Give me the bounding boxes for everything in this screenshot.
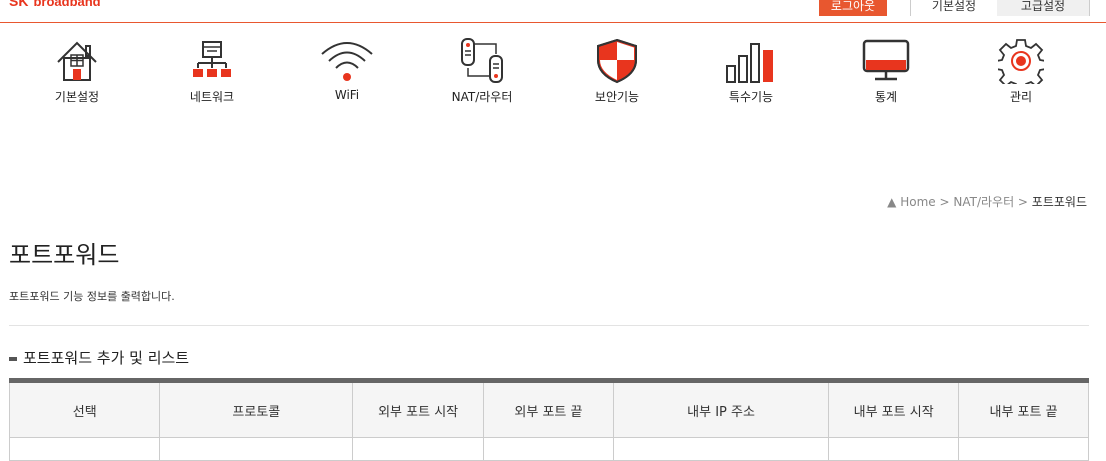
portforward-table: 선택 프로토콜 외부 포트 시작 외부 포트 끝 내부 IP 주소 내부 포트 … bbox=[8, 378, 1089, 461]
logo-broadband: broadband bbox=[33, 0, 101, 9]
col-ext-port-start: 외부 포트 시작 bbox=[352, 380, 485, 438]
bar-graph-icon bbox=[726, 43, 773, 83]
section-title: 포트포워드 추가 및 리스트 bbox=[9, 347, 189, 368]
divider bbox=[9, 325, 1089, 326]
table-cell bbox=[612, 437, 830, 461]
logo[interactable]: SK broadband bbox=[9, 0, 101, 9]
table-cell bbox=[8, 437, 161, 461]
table-cell bbox=[828, 437, 960, 461]
house-icon bbox=[57, 41, 97, 81]
menu-item-security[interactable]: 보안기능 bbox=[567, 38, 667, 105]
table-cell bbox=[958, 437, 1089, 461]
menu-item-nat[interactable]: NAT/라우터 bbox=[432, 38, 532, 105]
main-menu: 기본설정 네트워크 WiFi NAT/라우터 보안기능 특수기능 통계 관리 bbox=[0, 38, 1106, 108]
menu-item-stats[interactable]: 통계 bbox=[836, 38, 936, 105]
page-description: 포트포워드 기능 정보를 출력합니다. bbox=[9, 290, 175, 303]
page-title: 포트포워드 bbox=[9, 241, 120, 269]
logout-button[interactable]: 로그아웃 bbox=[819, 0, 887, 16]
col-int-port-end: 내부 포트 끝 bbox=[958, 380, 1089, 438]
menu-item-basic[interactable]: 기본설정 bbox=[27, 38, 127, 105]
menu-label-wifi: WiFi bbox=[334, 88, 360, 102]
breadcrumb-home[interactable]: Home bbox=[900, 195, 935, 209]
menu-item-special[interactable]: 특수기능 bbox=[701, 38, 801, 105]
top-bar: SK broadband 로그아웃 기본설정 고급설정 bbox=[0, 0, 1106, 23]
menu-label-admin: 관리 bbox=[1009, 90, 1033, 104]
col-int-port-start: 내부 포트 시작 bbox=[828, 380, 960, 438]
network-icon bbox=[193, 41, 231, 77]
col-ext-port-end: 외부 포트 끝 bbox=[483, 380, 614, 438]
menu-label-basic: 기본설정 bbox=[54, 90, 100, 104]
breadcrumb-section[interactable]: NAT/라우터 bbox=[953, 195, 1014, 209]
wifi-icon bbox=[321, 42, 373, 81]
breadcrumb-separator: > bbox=[935, 195, 954, 209]
router-icon bbox=[461, 38, 503, 83]
col-internal-ip: 내부 IP 주소 bbox=[612, 380, 830, 438]
gear-icon bbox=[998, 39, 1044, 84]
logo-sk: SK bbox=[9, 0, 29, 9]
bullet-icon bbox=[9, 356, 17, 361]
shield-icon bbox=[597, 38, 637, 84]
menu-item-wifi[interactable]: WiFi bbox=[297, 38, 397, 102]
basic-settings-button[interactable]: 기본설정 bbox=[910, 0, 998, 16]
menu-label-security: 보안기능 bbox=[594, 90, 640, 104]
table-cell bbox=[159, 437, 354, 461]
breadcrumb-separator: > bbox=[1014, 195, 1032, 209]
menu-label-stats: 통계 bbox=[874, 90, 898, 104]
breadcrumb-current: 포트포워드 bbox=[1031, 195, 1087, 209]
home-icon: ▲ bbox=[887, 195, 897, 209]
table-cell bbox=[483, 437, 614, 461]
breadcrumb: ▲ Home > NAT/라우터 > 포트포워드 bbox=[887, 193, 1087, 210]
col-select: 선택 bbox=[8, 380, 161, 438]
menu-item-network[interactable]: 네트워크 bbox=[162, 38, 262, 105]
menu-label-special: 특수기능 bbox=[728, 90, 774, 104]
menu-label-network: 네트워크 bbox=[189, 90, 235, 104]
table-cell bbox=[352, 437, 485, 461]
menu-label-nat: NAT/라우터 bbox=[451, 90, 513, 104]
table-header-row: 선택 프로토콜 외부 포트 시작 외부 포트 끝 내부 IP 주소 내부 포트 … bbox=[8, 380, 1089, 438]
col-protocol: 프로토콜 bbox=[159, 380, 354, 438]
menu-item-admin[interactable]: 관리 bbox=[971, 38, 1071, 105]
monitor-icon bbox=[862, 39, 910, 81]
advanced-settings-button[interactable]: 고급설정 bbox=[997, 0, 1090, 16]
section-title-text: 포트포워드 추가 및 리스트 bbox=[23, 349, 190, 367]
table-row bbox=[8, 437, 1089, 461]
